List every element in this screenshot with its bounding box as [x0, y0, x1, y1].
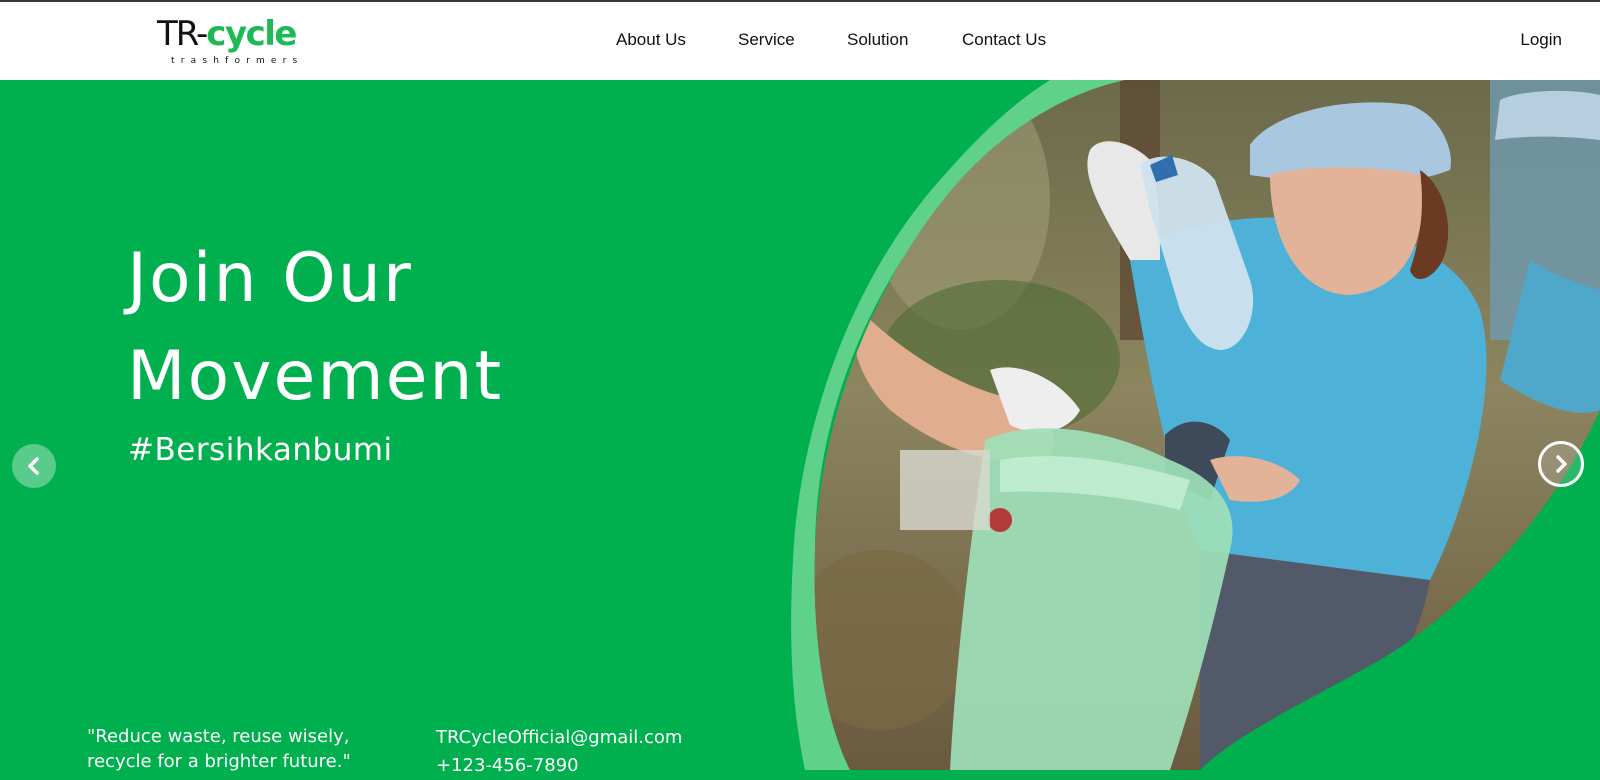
nav-contact-us[interactable]: Contact Us — [962, 30, 1046, 50]
brand-logo[interactable]: TR-cycle trashformers — [157, 12, 307, 70]
slider-prev-button[interactable] — [12, 444, 56, 488]
footer-contact: TRCycleOfficial@gmail.com +123-456-7890 — [436, 724, 682, 780]
logo-prefix: TR- — [157, 14, 208, 54]
footer-phone: +123-456-7890 — [436, 755, 579, 776]
nav-solution[interactable]: Solution — [847, 30, 908, 50]
hero-title-line2: Movement — [127, 337, 504, 416]
slider-next-button[interactable] — [1538, 441, 1584, 487]
footer-email[interactable]: TRCycleOfficial@gmail.com — [436, 724, 682, 752]
hero-title-line1: Join Our — [127, 239, 413, 318]
site-header: TR-cycle trashformers About Us Service S… — [0, 2, 1600, 80]
logo-wordmark: TR-cycle — [157, 14, 297, 54]
chevron-left-icon — [28, 457, 39, 475]
logo-tagline: trashformers — [171, 56, 304, 66]
nav-service[interactable]: Service — [738, 30, 795, 50]
footer-quote: "Reduce waste, reuse wisely, recycle for… — [87, 726, 351, 772]
logo-accent: cycle — [206, 14, 297, 54]
nav-about-us[interactable]: About Us — [616, 30, 686, 50]
hero-hashtag: #Bersihkanbumi — [128, 432, 393, 468]
hero-title: Join Our Movement — [127, 230, 503, 426]
chevron-right-icon — [1556, 455, 1567, 473]
hero-slider: Join Our Movement #Bersihkanbumi — [0, 80, 1600, 770]
login-link[interactable]: Login — [1520, 30, 1562, 50]
